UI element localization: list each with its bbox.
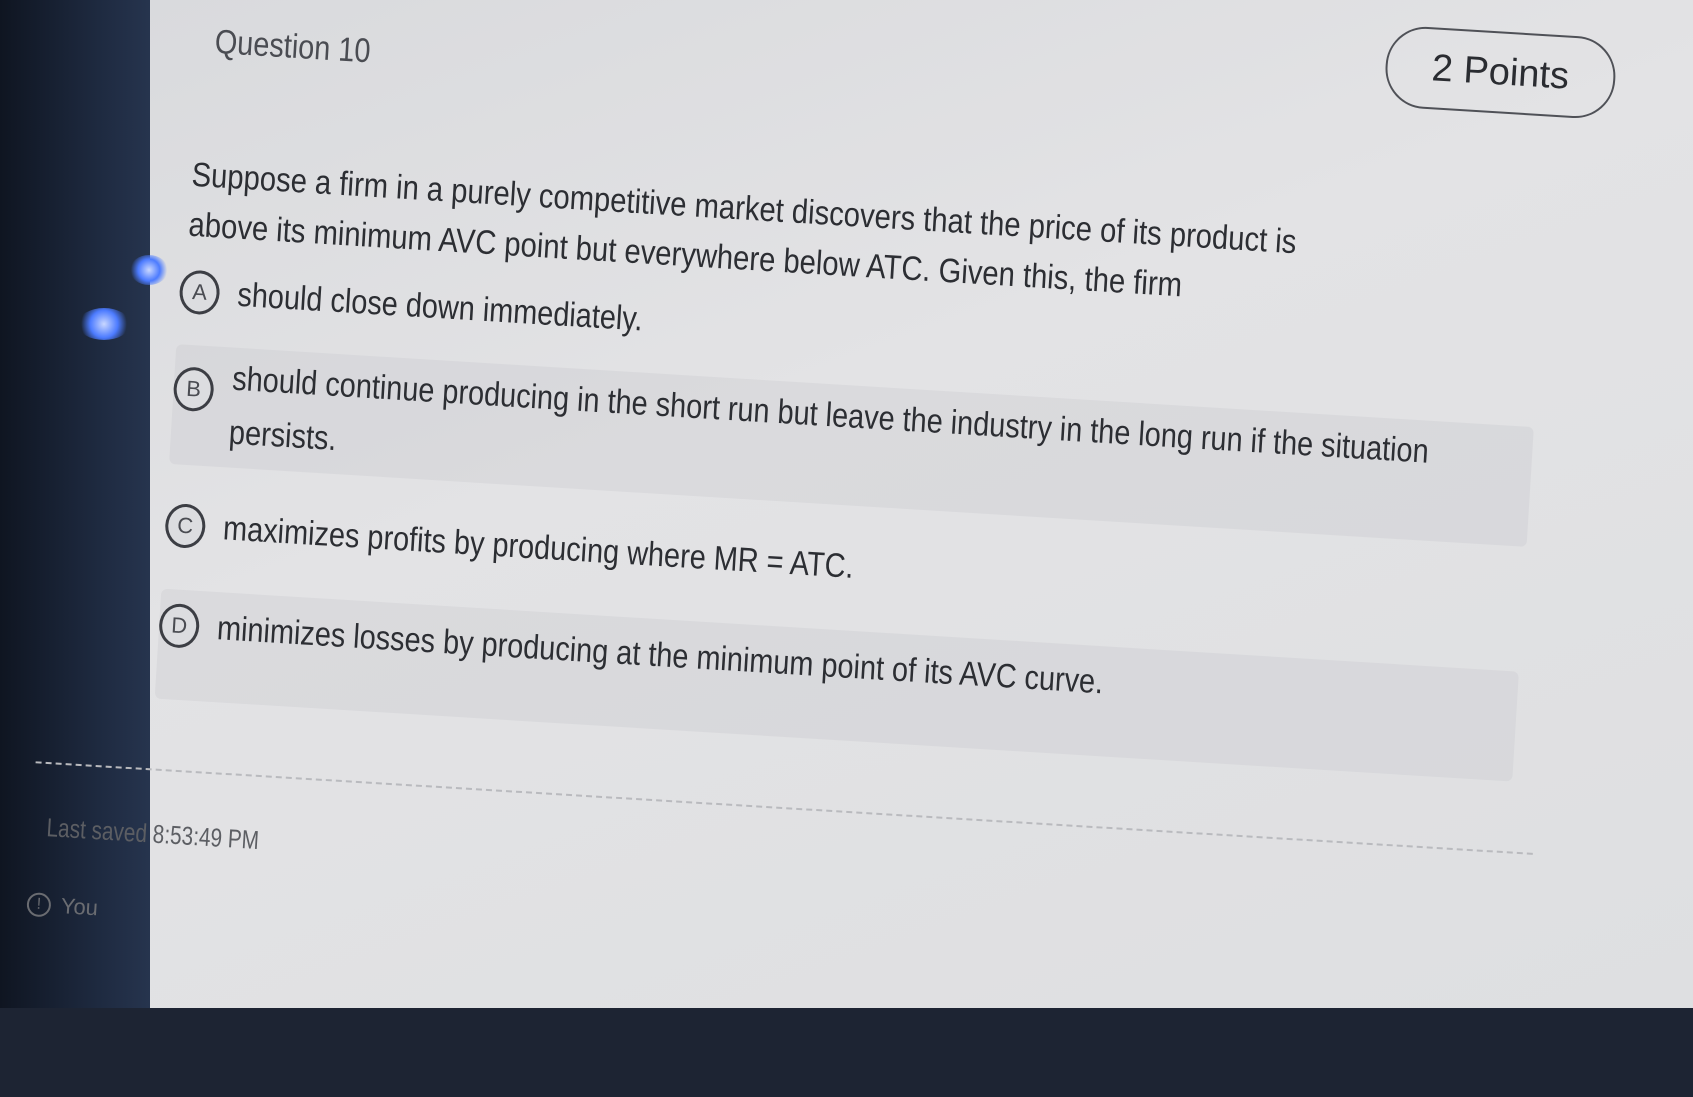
- info-row: ! You: [26, 891, 99, 921]
- option-a-radio[interactable]: A: [178, 269, 221, 316]
- question-card: Question 10 2 Points Suppose a firm in a…: [0, 0, 1693, 1097]
- option-d-radio[interactable]: D: [157, 602, 201, 650]
- cursor-glow-icon: [130, 255, 168, 285]
- option-c-label: maximizes profits by producing where MR …: [222, 509, 855, 586]
- info-icon: !: [26, 892, 52, 918]
- option-a-label: should close down immediately.: [236, 275, 644, 339]
- points-badge: 2 Points: [1383, 24, 1618, 121]
- last-saved-status: Last saved 8:53:49 PM: [45, 812, 260, 856]
- info-text: You: [60, 893, 99, 921]
- cursor-glow-icon: [78, 308, 130, 340]
- footer-divider: [35, 761, 1533, 855]
- option-c-radio[interactable]: C: [163, 502, 207, 550]
- question-title: Question 10: [213, 22, 372, 71]
- option-b-radio[interactable]: B: [172, 366, 215, 413]
